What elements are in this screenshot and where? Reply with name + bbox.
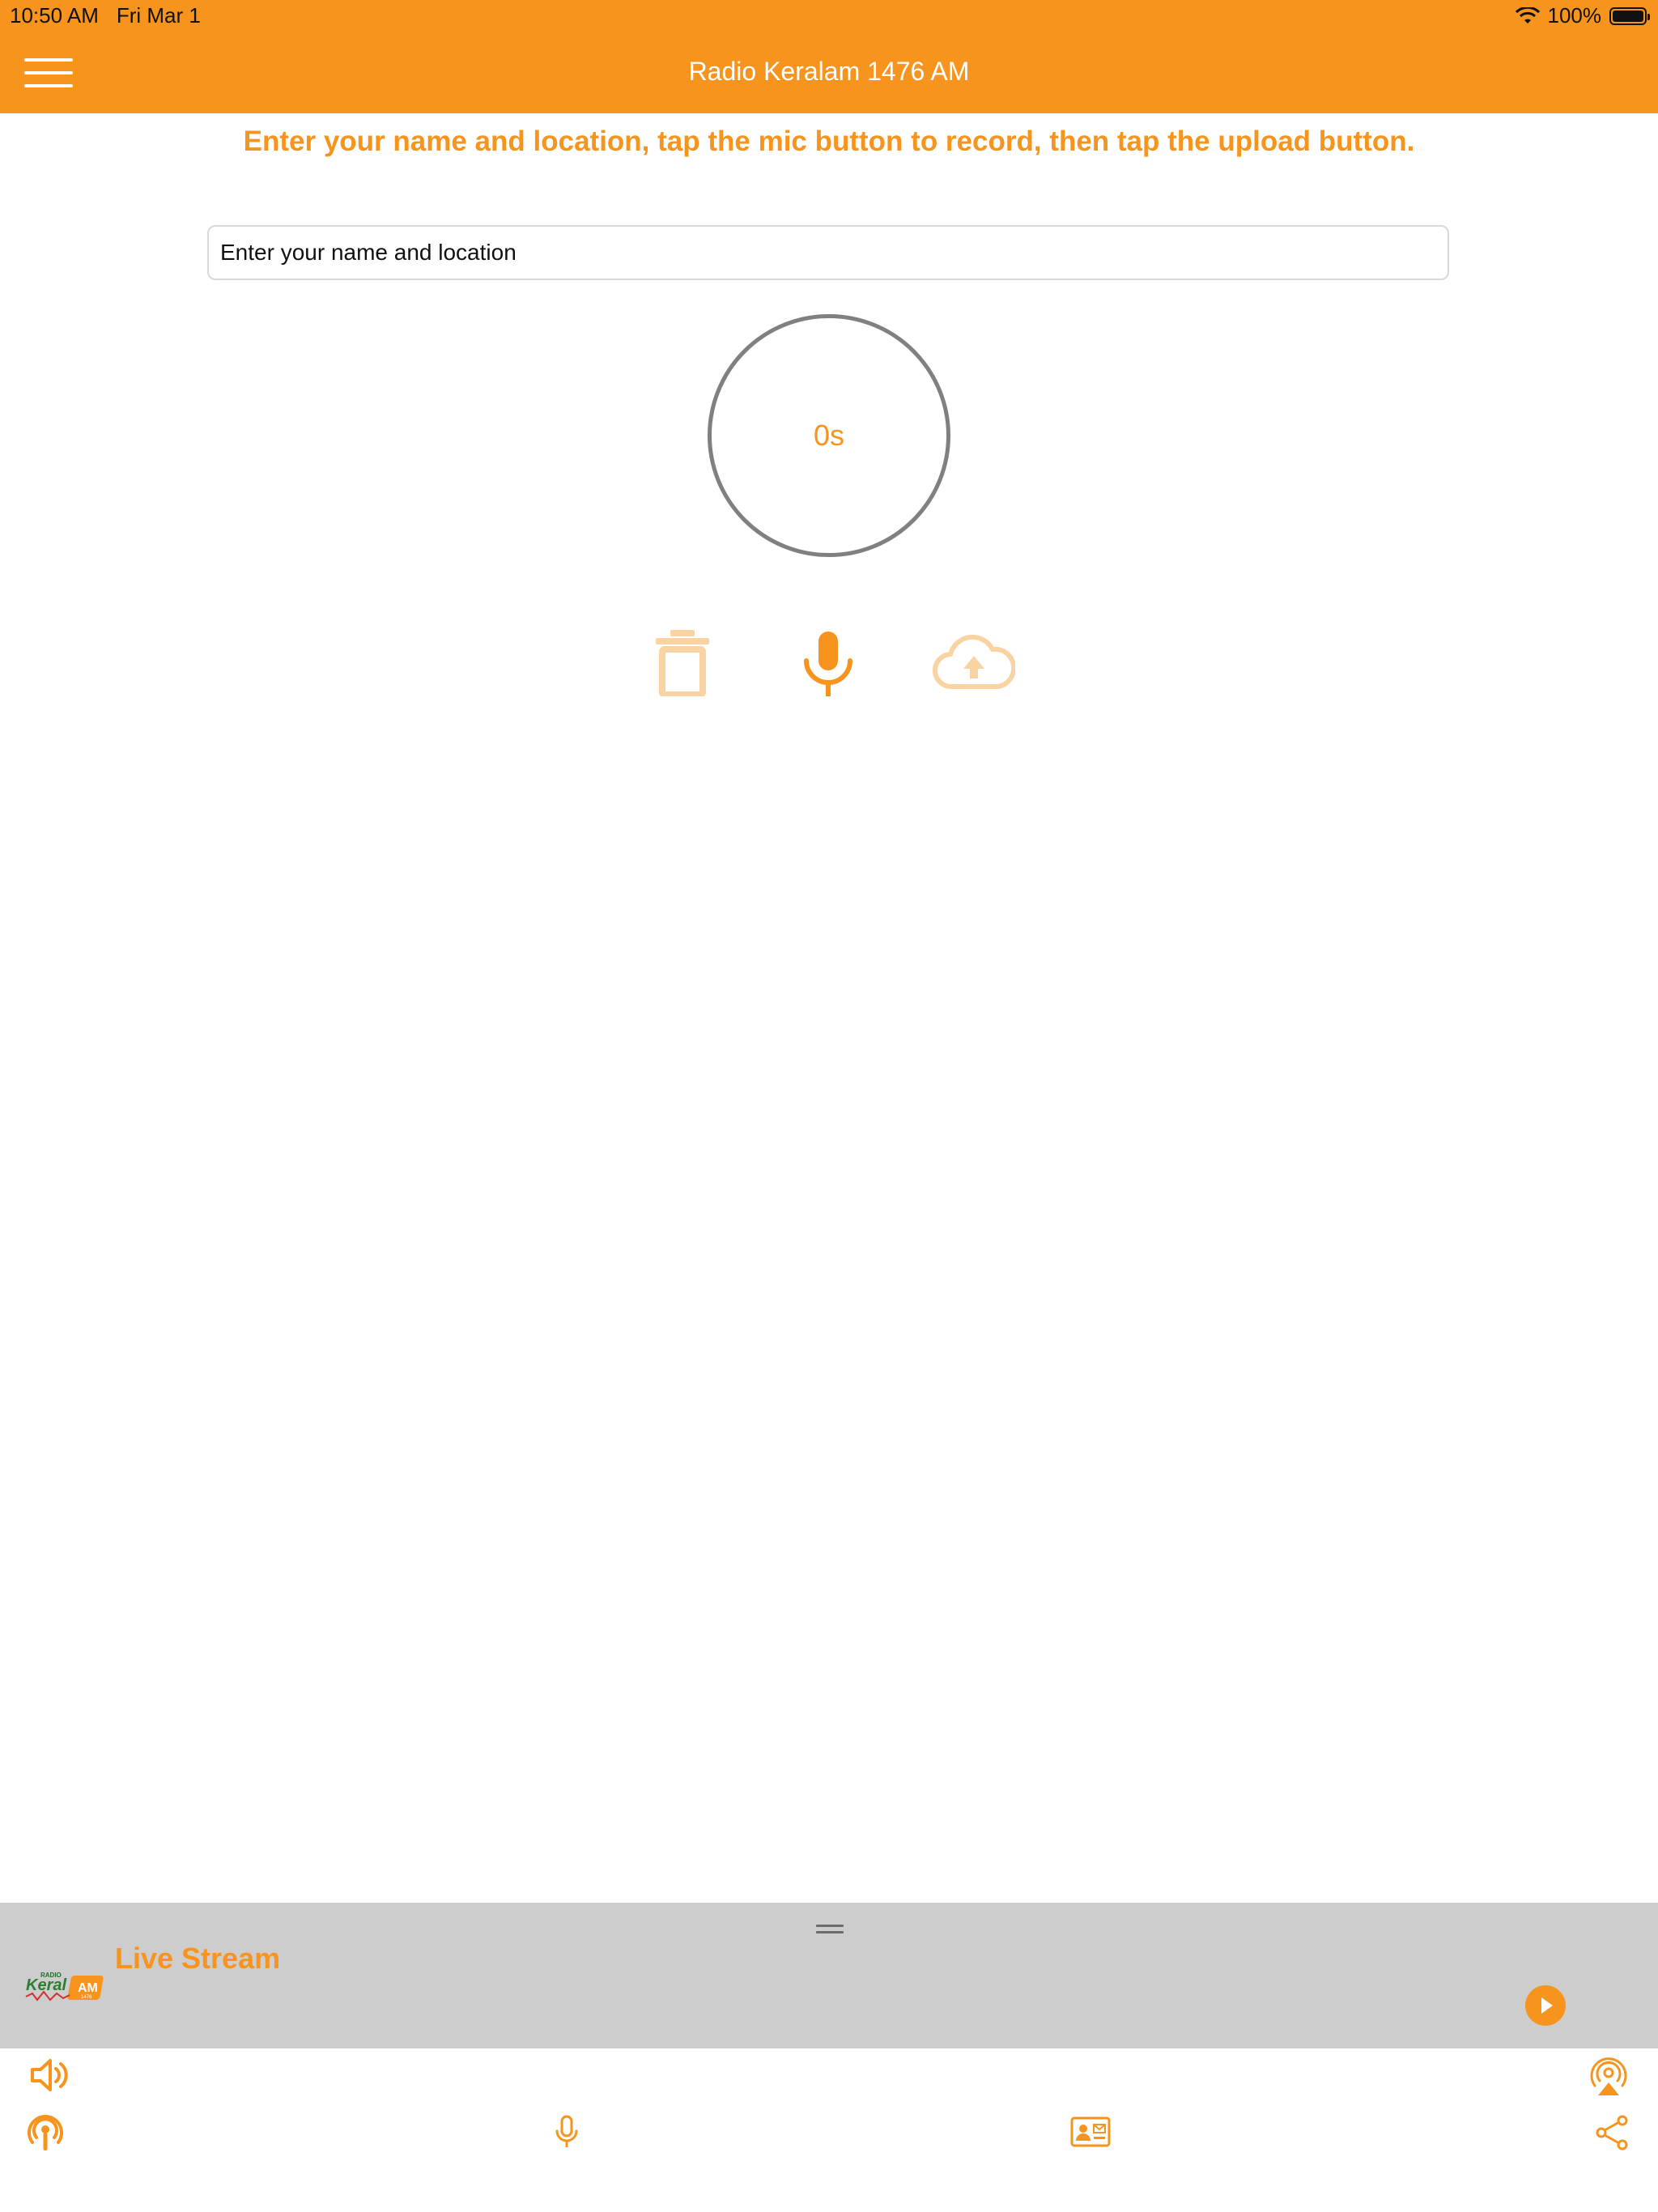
drag-handle[interactable] — [816, 1925, 844, 1934]
svg-text:1476: 1476 — [81, 1995, 92, 2000]
station-logo: RADIO Keral AM 1476 — [25, 1972, 104, 2001]
record-button[interactable] — [801, 630, 855, 698]
podcast-button[interactable] — [28, 2113, 63, 2152]
svg-text:AM: AM — [78, 1981, 98, 1995]
podcast-icon — [28, 2115, 63, 2150]
svg-text:Keral: Keral — [26, 1976, 66, 1994]
trash-icon — [656, 630, 709, 696]
status-date: Fri Mar 1 — [116, 3, 201, 28]
airplay-icon — [1590, 2057, 1627, 2095]
upload-button[interactable] — [933, 633, 1015, 691]
navigation-bar: Radio Keralam 1476 AM — [0, 32, 1658, 113]
status-bar: 10:50 AM Fri Mar 1 100% — [0, 0, 1658, 32]
tab-record[interactable] — [554, 2115, 580, 2149]
delete-button[interactable] — [654, 630, 711, 696]
cloud-upload-icon — [933, 634, 1015, 690]
timer-value: 0s — [813, 419, 845, 452]
microphone-icon — [804, 632, 852, 696]
airplay-button[interactable] — [1588, 2057, 1629, 2097]
wifi-icon — [1515, 6, 1540, 23]
volume-button[interactable] — [29, 2057, 70, 2094]
battery-percent: 100% — [1547, 3, 1602, 28]
live-stream-player[interactable]: RADIO Keral AM 1476 Live Stream — [0, 1903, 1658, 2048]
speaker-icon — [31, 2059, 68, 2091]
microphone-icon — [555, 2115, 578, 2147]
recording-timer: 0s — [708, 314, 950, 557]
battery-icon — [1609, 6, 1650, 25]
share-button[interactable] — [1595, 2115, 1629, 2150]
contact-card-icon — [1070, 2116, 1111, 2147]
share-icon — [1596, 2115, 1628, 2150]
tab-contact[interactable] — [1070, 2116, 1111, 2147]
tab-bar — [0, 2048, 1658, 2212]
instructions-text: Enter your name and location, tap the mi… — [243, 125, 1415, 157]
page-title: Radio Keralam 1476 AM — [688, 57, 970, 86]
live-stream-label: Live Stream — [115, 1942, 281, 1975]
status-time: 10:50 AM — [10, 3, 99, 28]
name-location-input[interactable] — [207, 225, 1449, 280]
play-icon[interactable] — [1525, 1985, 1566, 2026]
